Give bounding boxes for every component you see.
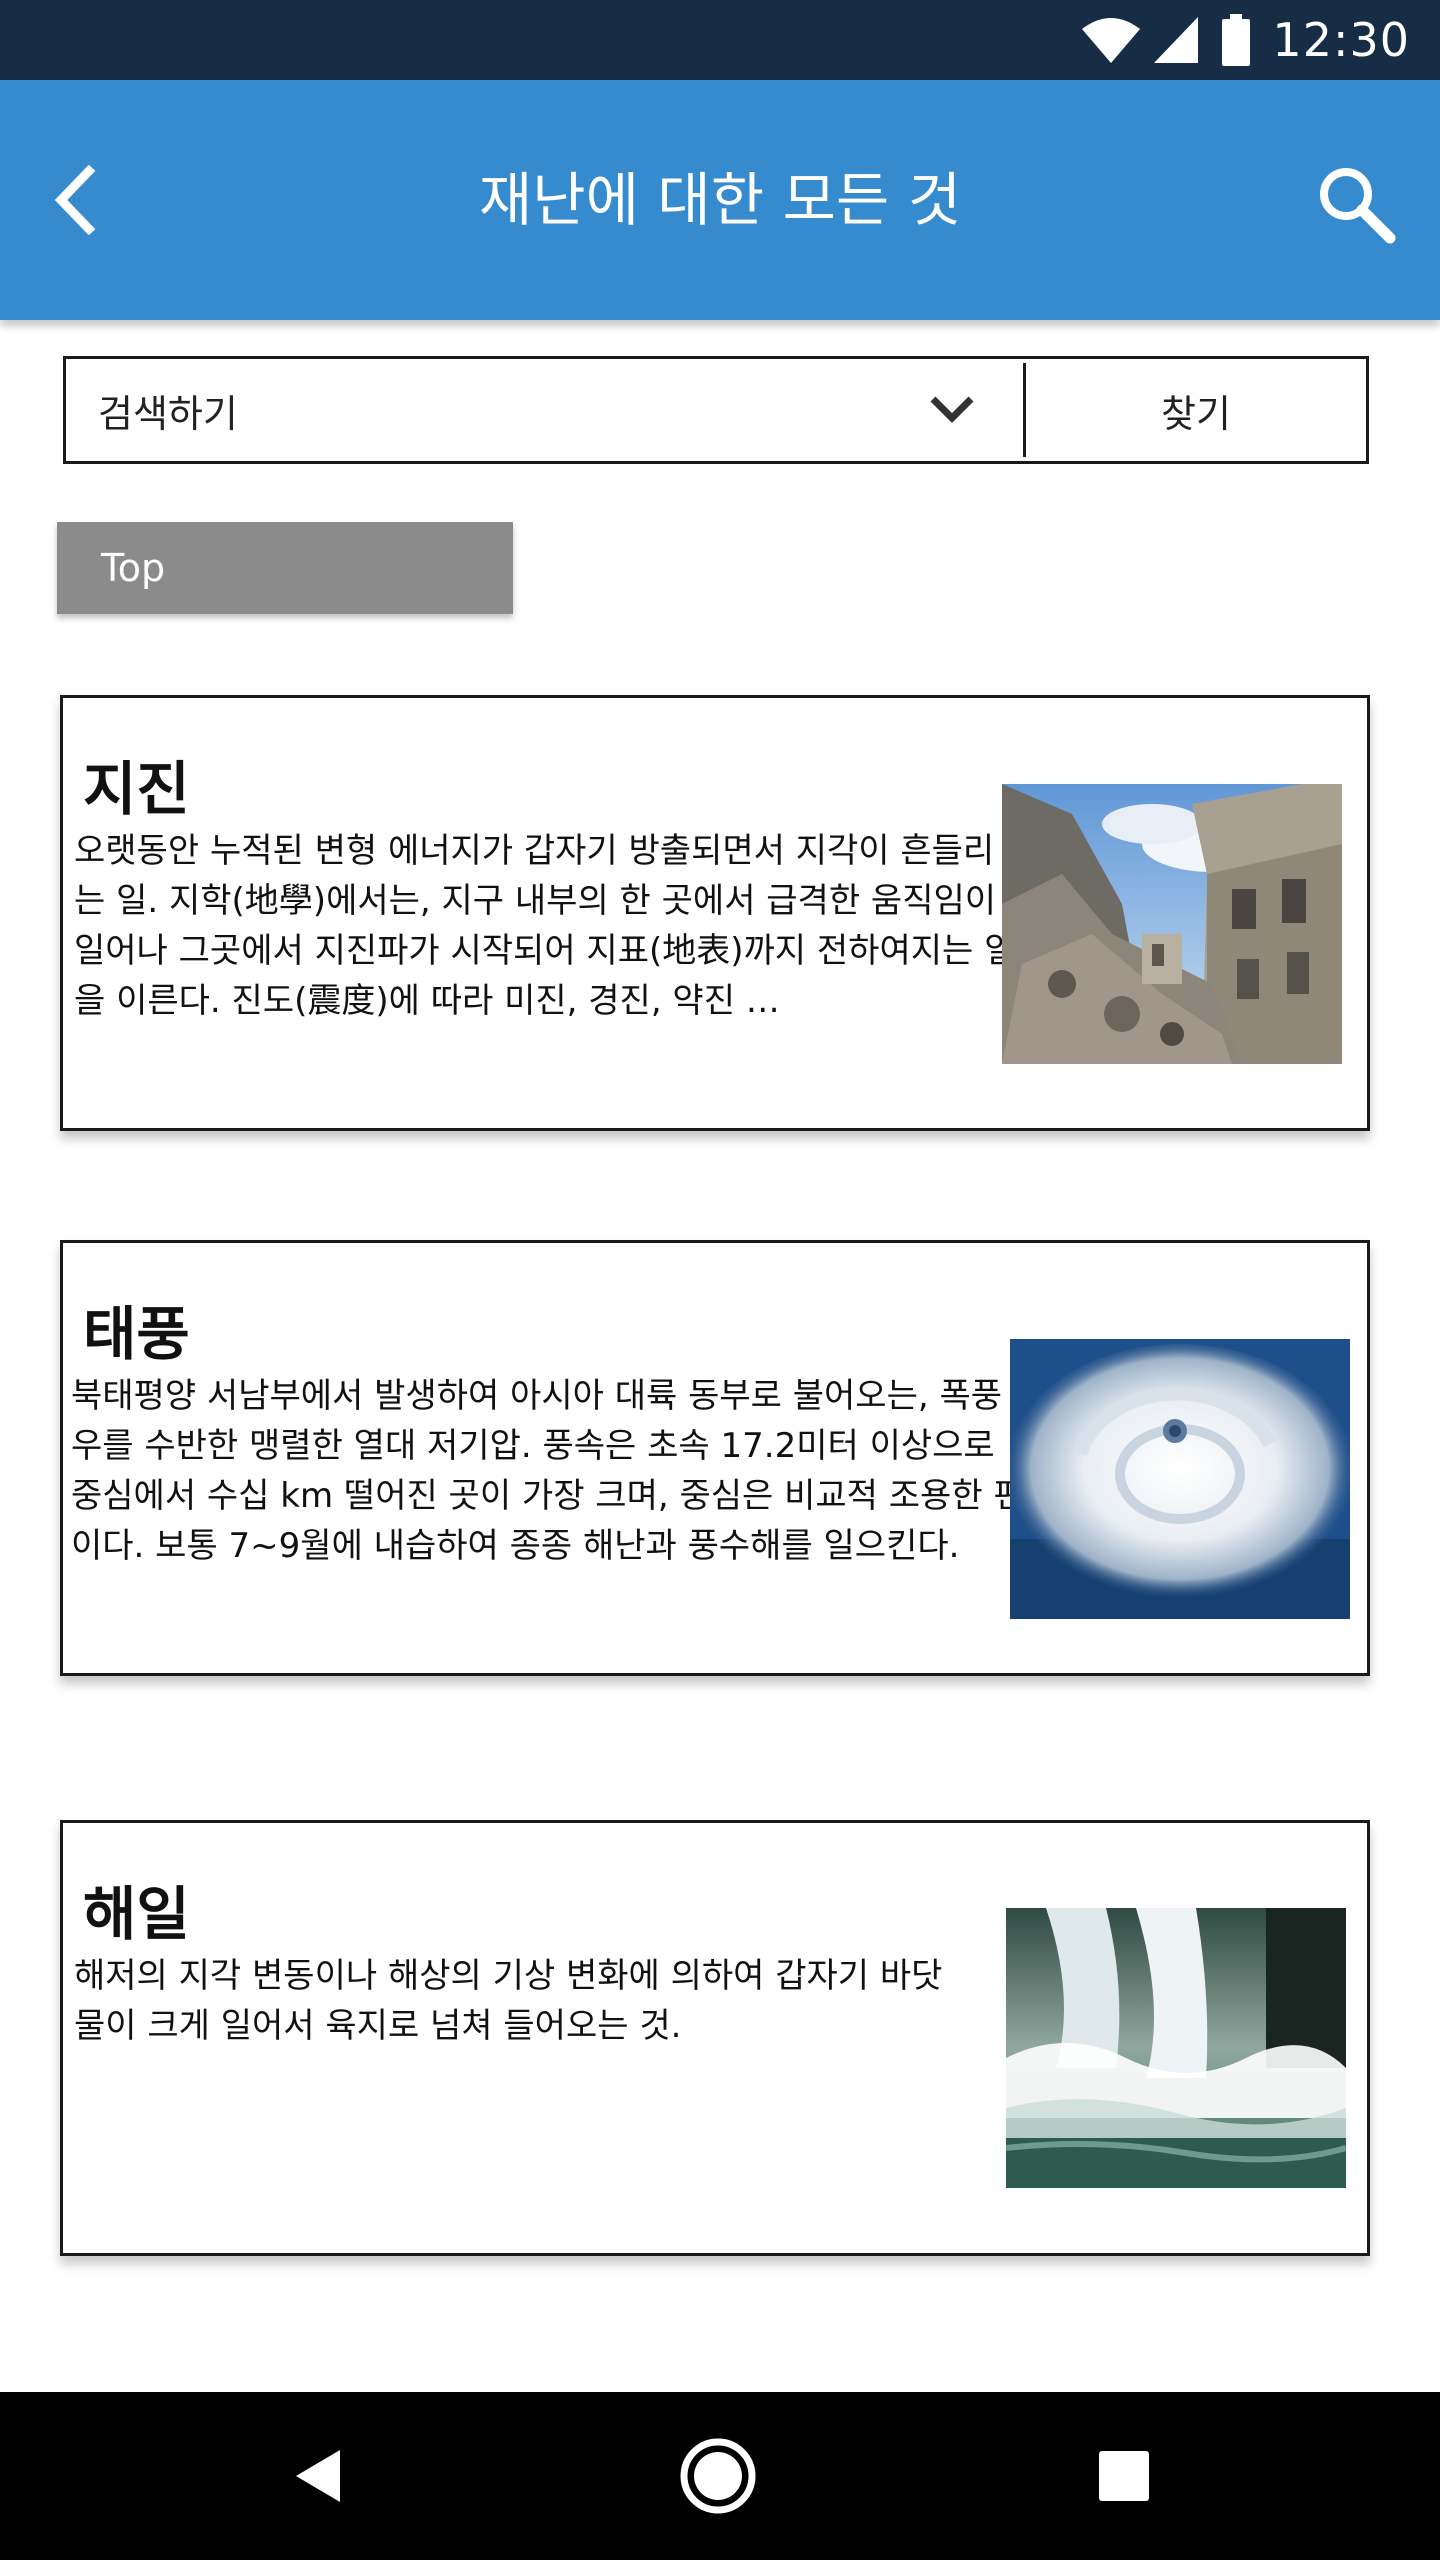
card-description: 북태평양 서남부에서 발생하여 아시아 대륙 동부로 불어오는, 폭풍우를 수반… [71,1376,1025,1566]
top-button[interactable]: Top [57,522,513,614]
sea-wave-splash-photo [1006,1908,1346,2188]
typhoon-satellite-photo [1010,1339,1350,1619]
top-button-label: Top [101,546,166,590]
nav-home-button[interactable] [678,2436,758,2516]
page-title: 재난에 대한 모든 것 [478,166,962,234]
status-bar: 12:30 [0,0,1440,80]
card-description: 해저의 지각 변동이나 해상의 기상 변화에 의하여 갑자기 바닷물이 크게 일… [74,1956,943,2046]
find-button[interactable]: 찾기 [1026,359,1366,461]
card-earthquake[interactable]: 지진 오랫동안 누적된 변형 에너지가 갑자기 방출되면서 지각이 흔들리는 일… [60,695,1370,1131]
earthquake-ruins-photo [1002,784,1342,1064]
card-typhoon[interactable]: 태풍 북태평양 서남부에서 발생하여 아시아 대륙 동부로 불어오는, 폭풍우를… [60,1240,1370,1676]
card-description: 오랫동안 누적된 변형 에너지가 갑자기 방출되면서 지각이 흔들리는 일. 지… [74,831,1016,1021]
card-title: 지진 [83,755,190,823]
card-title: 태풍 [83,1300,190,1368]
app-bar: 재난에 대한 모든 것 [0,80,1440,320]
search-icon [1320,168,1396,244]
clock: 12:30 [1272,13,1410,67]
signal-icon [1152,15,1200,65]
nav-recents-button[interactable] [1084,2436,1164,2516]
card-title: 해일 [83,1880,190,1948]
dropdown-value: 검색하기 [98,391,238,436]
chevron-down-icon [930,396,974,423]
nav-recents-icon [1099,2451,1149,2501]
nav-back-button[interactable] [278,2436,358,2516]
nav-back-icon [296,2450,340,2502]
system-nav-bar [0,2392,1440,2560]
screen: 12:30 재난에 대한 모든 것 검색하기 찾기 Top 지진 오랫동안 누적… [0,0,1440,2560]
search-dropdown[interactable]: 검색하기 [66,359,1023,461]
search-button[interactable] [1308,156,1404,252]
battery-icon [1222,14,1251,66]
search-bar: 검색하기 찾기 [63,356,1369,464]
nav-home-icon [680,2438,756,2514]
status-icons: 12:30 [1080,0,1410,80]
wifi-icon [1080,15,1142,65]
card-tsunami[interactable]: 해일 해저의 지각 변동이나 해상의 기상 변화에 의하여 갑자기 바닷물이 크… [60,1820,1370,2256]
